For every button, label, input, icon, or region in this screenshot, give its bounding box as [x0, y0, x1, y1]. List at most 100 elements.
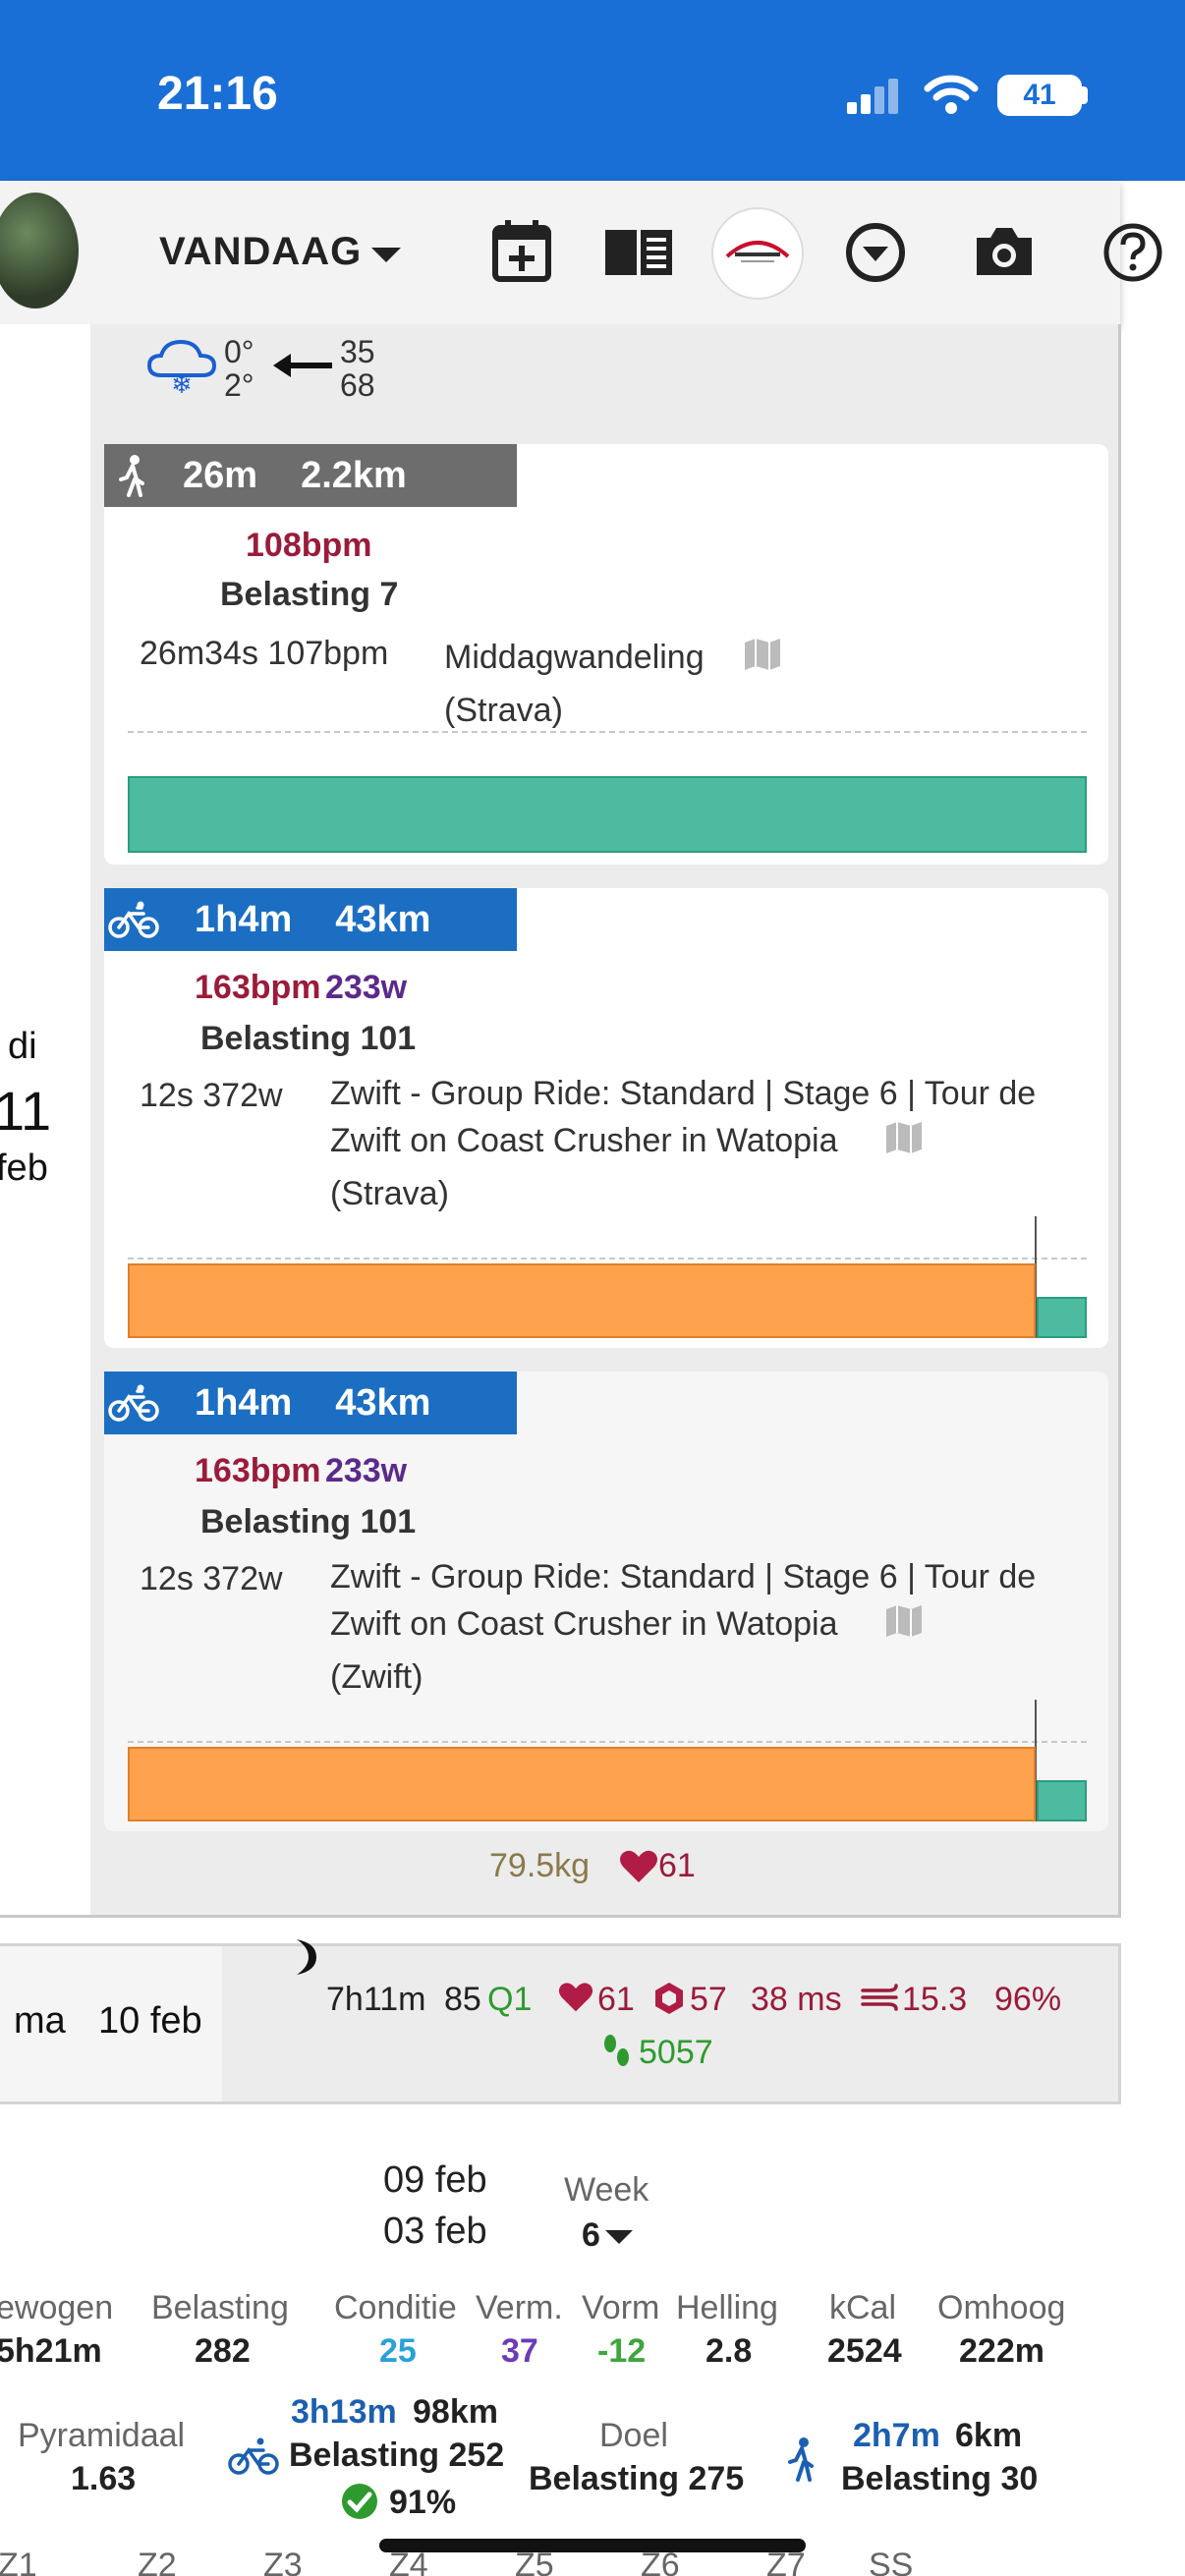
map-icon[interactable] [884, 1120, 924, 1155]
activity-load: Belasting 101 [200, 1020, 417, 1057]
goal-value: Belasting 275 [529, 2460, 745, 2497]
wind-direction-arrow-icon [273, 354, 332, 377]
footsteps-icon [604, 2035, 629, 2066]
walk-icon [788, 2437, 814, 2482]
walk-time: 2h7m [853, 2417, 940, 2454]
svg-text:❄: ❄ [171, 370, 193, 397]
activity-load: Belasting 101 [200, 1503, 417, 1540]
walk-load: Belasting 30 [841, 2460, 1039, 2497]
camera-icon[interactable] [973, 224, 1036, 279]
week-label: Week [564, 2171, 649, 2209]
pyramid-value: 1.63 [71, 2460, 137, 2497]
zone-label: Z1 [0, 2547, 37, 2576]
walk-distance: 6km [955, 2417, 1023, 2454]
sleep-quality: Q1 [487, 1981, 533, 2018]
activity-hr-power: 163bpm 233w [195, 969, 407, 1007]
day-month: feb [0, 1148, 48, 1189]
activity-distance: 43km [335, 1381, 431, 1424]
stat-value: 222m [959, 2332, 1044, 2370]
activity-distance: 2.2km [301, 454, 407, 496]
sleep-spo2: 96% [994, 1981, 1062, 2018]
activity-duration: 1h4m [195, 898, 293, 940]
goal-label: Doel [599, 2417, 668, 2454]
zone-bar-orange [128, 1263, 1036, 1338]
activity-bpm: 163bpm [195, 969, 321, 1006]
battery-indicator: 41 [997, 75, 1082, 116]
prev-day-date: 10 feb [98, 2000, 202, 2042]
stat-value: 25 [379, 2332, 417, 2370]
weather-wind-bottom: 68 [340, 367, 375, 403]
zone-bar-green [1037, 1297, 1087, 1338]
sleep-hrv-value: 57 [690, 1981, 727, 2018]
sleep-duration: 7h11m [326, 1981, 426, 2018]
zone-label: Z2 [138, 2547, 177, 2576]
stat-label: Verm. [476, 2289, 563, 2326]
activity-duration: 1h4m [195, 1381, 293, 1424]
caret-down-icon[interactable] [371, 248, 401, 262]
book-icon[interactable] [603, 224, 674, 279]
sleep-resp: 15.3 [902, 1981, 968, 2018]
weight-value: 79.5kg [489, 1847, 591, 1884]
battery-tip [1082, 86, 1088, 104]
home-indicator[interactable] [379, 2539, 806, 2552]
map-icon[interactable] [743, 637, 782, 672]
zone-bar-orange [128, 1747, 1036, 1821]
activity-bpm: 163bpm [195, 1452, 321, 1489]
activity-peak: 12s 372w [140, 1560, 283, 1597]
signal-icon [847, 79, 898, 114]
stat-label: Omhoog [937, 2289, 1066, 2326]
activity-load: Belasting 7 [220, 576, 399, 613]
weather-temp-low: 2° [224, 367, 254, 403]
ride-load: Belasting 252 [289, 2436, 505, 2474]
zone-label: SS [869, 2547, 914, 2576]
ac-performance-logo-button[interactable] [711, 207, 804, 300]
bike-icon [228, 2437, 279, 2475]
stat-value: 2.8 [705, 2332, 753, 2370]
heart-icon [558, 1983, 593, 2012]
activity-title-line1[interactable]: Zwift - Group Ride: Standard | Stage 6 |… [330, 1075, 1036, 1113]
activity-title-line2[interactable]: Zwift on Coast Crusher in Watopia [330, 1605, 838, 1644]
stat-value: 37 [501, 2332, 538, 2370]
moon-icon [297, 1939, 316, 1975]
today-dropdown[interactable]: VANDAAG [159, 230, 362, 274]
activity-source: (Zwift) [330, 1658, 423, 1696]
activity-peak: 26m34s 107bpm [140, 635, 389, 672]
heart-icon [620, 1850, 657, 1882]
dropdown-circle-icon[interactable] [843, 220, 908, 285]
map-icon[interactable] [884, 1603, 924, 1639]
activity-hr-power: 163bpm 233w [195, 1452, 407, 1490]
stat-value: 282 [195, 2332, 251, 2370]
stat-label: ewogen [0, 2289, 114, 2326]
week-number[interactable]: 6 [582, 2216, 600, 2255]
activity-title-line1[interactable]: Zwift - Group Ride: Standard | Stage 6 |… [330, 1558, 1036, 1596]
stat-label: Helling [676, 2289, 778, 2326]
activity-watts: 233w [324, 1452, 408, 1489]
ride-time: 3h13m [291, 2393, 397, 2431]
activity-peak: 12s 372w [140, 1077, 283, 1114]
divider [128, 1741, 1087, 1743]
zone-bar-green [1037, 1780, 1087, 1821]
activity-title[interactable]: Middagwandeling [444, 639, 705, 677]
activity-title-line2[interactable]: Zwift on Coast Crusher in Watopia [330, 1122, 838, 1160]
stat-label: Conditie [334, 2289, 457, 2326]
activity-watts: 233w [324, 969, 408, 1006]
activity-bpm: 108bpm [246, 527, 372, 564]
help-icon[interactable] [1100, 220, 1165, 285]
stat-value: 2524 [827, 2332, 902, 2370]
zone-bar-green [128, 776, 1087, 853]
walk-icon [119, 455, 144, 497]
week-date-end: 09 feb [383, 2159, 487, 2201]
bike-icon [108, 901, 159, 938]
activity-tag-walk[interactable]: 26m 2.2km [104, 444, 517, 507]
calendar-add-icon[interactable] [491, 218, 552, 283]
battery-level: 41 [1023, 79, 1056, 111]
prev-day-name: ma [14, 2000, 66, 2042]
stat-label: kCal [829, 2289, 897, 2326]
week-caret-icon[interactable] [605, 2230, 633, 2244]
activity-tag-ride[interactable]: 1h4m 43km [104, 1372, 517, 1434]
stat-value: 5h21m [0, 2332, 102, 2370]
stat-label: Belasting [151, 2289, 289, 2326]
activity-tag-ride[interactable]: 1h4m 43km [104, 888, 517, 951]
sleep-hrv-ms: 38 ms [751, 1981, 842, 2018]
ride-distance: 98km [413, 2393, 498, 2431]
